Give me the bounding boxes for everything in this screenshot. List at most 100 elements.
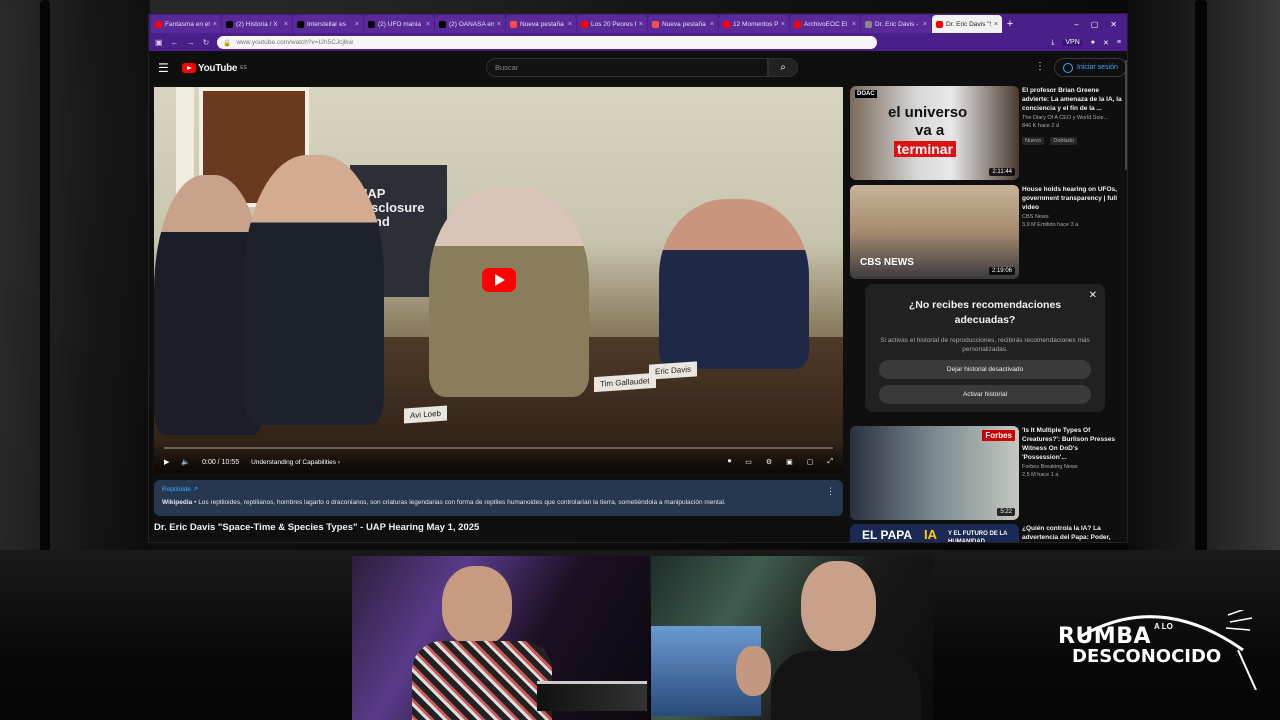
close-window-icon[interactable]: ✕ <box>1110 20 1117 29</box>
more-options-icon[interactable]: ⋮ <box>1035 61 1045 72</box>
youtube-play-icon <box>182 63 196 73</box>
tab-close-icon[interactable]: × <box>923 21 927 28</box>
forward-icon[interactable]: → <box>187 38 195 47</box>
region-code: ES <box>240 65 247 71</box>
close-icon[interactable]: ✕ <box>1089 290 1097 301</box>
tab-favicon-icon <box>936 20 943 28</box>
tab-close-icon[interactable]: × <box>781 21 785 28</box>
tab-label: Dr. Eric Davis "Sp <box>946 20 991 28</box>
browser-tab[interactable]: Interstellar es × <box>293 15 363 33</box>
rec-channel[interactable]: CBS News <box>1022 214 1124 220</box>
browser-tab[interactable]: Dr. Eric Davis - B × <box>861 15 931 33</box>
prompt-body: Si activas el historial de reproduccione… <box>880 337 1090 353</box>
browser-tab[interactable]: ArchivoEOC El Pe× <box>790 15 860 33</box>
video-thumbnail[interactable]: CBS NEWS 2:19:06 <box>850 185 1019 279</box>
browser-tab[interactable]: (2) OANASA en X× <box>435 15 505 33</box>
menu-icon[interactable]: ≡ <box>1117 39 1121 46</box>
tab-favicon-icon <box>226 20 233 28</box>
rec-channel[interactable]: The Diary Of A CEO y World Scie... <box>1022 115 1124 121</box>
tab-close-icon[interactable]: × <box>355 21 359 28</box>
browser-window: Fantasma en el tr×(2) Historia / X×Inter… <box>148 13 1128 543</box>
player-controls: ▶ 🔈 0:00 / 10:55 Understanding of Capabi… <box>164 455 833 469</box>
video-thumbnail[interactable]: DOAC el universo va a terminar 2:11:44 <box>850 86 1019 180</box>
keep-history-off-button[interactable]: Dejar historial desactivado <box>879 360 1091 379</box>
tab-close-icon[interactable]: × <box>284 21 288 28</box>
browser-tab[interactable]: 12 Momentos Pe × <box>719 15 789 33</box>
recommendation-item[interactable]: DOAC el universo va a terminar 2:11:44 E… <box>850 86 1124 182</box>
fullscreen-icon[interactable]: ⤢ <box>827 458 833 466</box>
sidebar-scrollbar[interactable] <box>1125 60 1127 170</box>
tab-close-icon[interactable]: × <box>994 21 998 28</box>
browser-tab[interactable]: Nueva pestaña × <box>506 15 576 33</box>
rec-stats: 2,5 M hace 1 a <box>1022 472 1059 478</box>
new-tab-icon[interactable]: + <box>1003 18 1017 30</box>
tab-favicon-icon <box>368 20 375 28</box>
tab-close-icon[interactable]: × <box>639 21 643 28</box>
rec-title[interactable]: 'Is It Multiple Types Of Creatures?': Bu… <box>1022 426 1124 462</box>
thumb-text: terminar <box>894 141 957 157</box>
autoplay-toggle[interactable]: ⏺ <box>728 458 732 466</box>
tab-close-icon[interactable]: × <box>426 21 430 28</box>
browser-tab[interactable]: Dr. Eric Davis "Sp× <box>932 15 1002 33</box>
tree-trunk <box>1195 0 1207 560</box>
thumb-text: CBS NEWS <box>860 257 914 268</box>
tab-close-icon[interactable]: × <box>213 21 217 28</box>
witness-person <box>659 199 809 369</box>
tab-label: ArchivoEOC El Pe <box>804 20 849 28</box>
browser-tab[interactable]: Fantasma en el tr× <box>151 15 221 33</box>
miniplayer-icon[interactable]: ▣ <box>786 458 793 466</box>
info-topic-link[interactable]: Reptiloide ↗ <box>162 485 835 493</box>
browser-tab[interactable]: (2) UFO mania e × <box>364 15 434 33</box>
tab-close-icon[interactable]: × <box>497 21 501 28</box>
tab-label: (2) OANASA en X <box>449 20 494 28</box>
signin-button[interactable]: Iniciar sesión <box>1054 58 1127 77</box>
rec-title[interactable]: ¿Quién controla la IA? La advertencia de… <box>1022 524 1124 542</box>
browser-tab[interactable]: Nueva pestaña × <box>648 15 718 33</box>
play-icon[interactable]: ▶ <box>164 458 169 466</box>
recommendation-item[interactable]: Forbes 5:22 'Is It Multiple Types Of Cre… <box>850 426 1124 522</box>
browser-tab[interactable]: Los 20 Peores Er× <box>577 15 647 33</box>
tab-close-icon[interactable]: × <box>852 21 856 28</box>
back-icon[interactable]: ← <box>171 38 179 47</box>
rec-title[interactable]: El profesor Brian Greene advierte: La am… <box>1022 86 1124 113</box>
progress-bar[interactable] <box>164 447 833 449</box>
volume-icon[interactable]: 🔈 <box>181 458 190 466</box>
browser-tab[interactable]: (2) Historia / X × <box>222 15 292 33</box>
youtube-logo[interactable]: YouTube ES <box>182 63 247 74</box>
vpn-badge[interactable]: VPN <box>1062 39 1083 46</box>
minimize-icon[interactable]: – <box>1074 20 1078 29</box>
download-icon[interactable]: ⤓ <box>1051 39 1054 47</box>
chapter-label[interactable]: Understanding of Capabilities › <box>251 459 340 466</box>
tab-close-icon[interactable]: × <box>710 21 714 28</box>
tab-favicon-icon <box>652 20 659 28</box>
adblock-icon[interactable]: ✕ <box>1103 39 1109 47</box>
recommendation-item[interactable]: EL PAPA IA Y EL FUTURO DE LA HUMANIDAD ¿… <box>850 524 1124 542</box>
big-play-button[interactable] <box>482 268 516 292</box>
search-input[interactable]: Buscar <box>486 58 768 77</box>
video-thumbnail[interactable]: Forbes 5:22 <box>850 426 1019 520</box>
search-button[interactable]: ⌕ <box>768 58 798 77</box>
host-shirt <box>771 651 921 720</box>
info-source: Wikipedia <box>162 499 193 506</box>
rec-title[interactable]: House holds hearing on UFOs, government … <box>1022 185 1124 212</box>
tab-label: Los 20 Peores Er <box>591 20 636 28</box>
sidebar-toggle-icon[interactable]: ▣ <box>155 38 163 47</box>
settings-icon[interactable]: ⚙ <box>766 458 772 466</box>
recommendation-item[interactable]: CBS NEWS 2:19:06 House holds hearing on … <box>850 185 1124 281</box>
hamburger-menu-icon[interactable]: ☰ <box>158 61 172 75</box>
subtitles-icon[interactable]: ▭ <box>745 458 752 466</box>
rec-channel[interactable]: Forbes Breaking News <box>1022 464 1124 470</box>
enable-history-button[interactable]: Activar historial <box>879 385 1091 404</box>
video-thumbnail[interactable]: EL PAPA IA Y EL FUTURO DE LA HUMANIDAD <box>850 524 1019 542</box>
maximize-icon[interactable]: ▢ <box>1091 20 1099 29</box>
video-player[interactable]: UAP Disclosure Fund Avi Loeb Tim Gallaud… <box>154 87 843 473</box>
theater-icon[interactable]: ▢ <box>807 458 814 466</box>
extension-icon[interactable]: ● <box>1091 39 1095 46</box>
youtube-header: ☰ YouTube ES Buscar ⌕ ⋮ Iniciar sesión <box>149 51 1127 85</box>
tab-favicon-icon <box>439 20 446 28</box>
more-options-icon[interactable]: ⋮ <box>826 486 835 497</box>
tab-label: Interstellar es <box>307 20 347 28</box>
reload-icon[interactable]: ↻ <box>203 38 210 47</box>
tab-close-icon[interactable]: × <box>568 21 572 28</box>
address-bar[interactable]: 🔒 www.youtube.com/watch?v=I2h5CJcjlkw <box>217 36 878 49</box>
